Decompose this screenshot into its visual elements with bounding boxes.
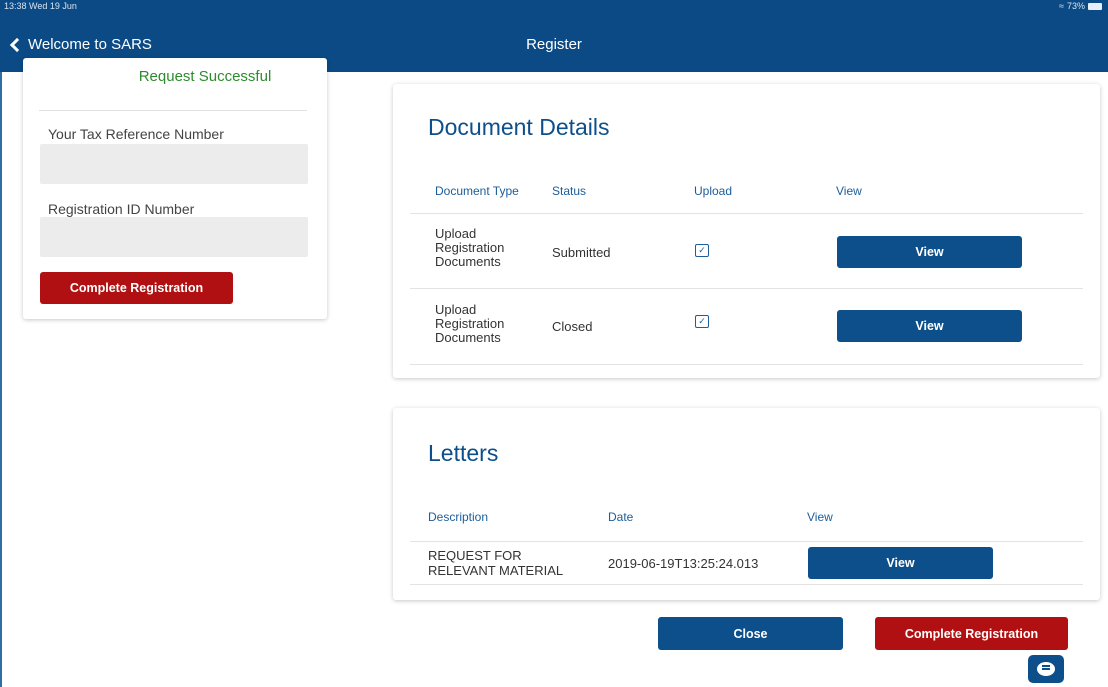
chat-bubble-icon <box>1037 662 1055 676</box>
registration-id-label: Registration ID Number <box>48 201 195 217</box>
letter-description-cell: REQUEST FOR RELEVANT MATERIAL <box>428 548 564 578</box>
document-type-cell: Upload Registration Documents <box>435 302 505 345</box>
complete-registration-button-footer[interactable]: Complete Registration <box>875 617 1068 650</box>
battery-percent: 73% <box>1066 1 1085 11</box>
success-message: Request Successful <box>138 68 272 85</box>
column-header-view: View <box>807 510 833 524</box>
row-divider <box>410 364 1083 365</box>
close-button[interactable]: Close <box>658 617 843 650</box>
status-time: 13:38 Wed 19 Jun <box>4 1 77 11</box>
wifi-icon: ≈ <box>1059 1 1064 11</box>
tax-reference-field[interactable] <box>40 144 308 184</box>
document-details-card: Document Details Document Type Status Up… <box>393 84 1100 378</box>
battery-icon <box>1088 2 1102 10</box>
view-letter-button[interactable]: View <box>808 547 993 579</box>
chat-icon[interactable] <box>1028 655 1064 683</box>
letters-title: Letters <box>428 440 499 466</box>
registration-id-field[interactable] <box>40 217 308 257</box>
column-header-description: Description <box>428 510 489 524</box>
status-cell: Closed <box>552 319 593 334</box>
checkbox-checked-icon: ✓ <box>695 315 709 328</box>
letter-date-cell: 2019-06-19T13:25:24.013 <box>608 556 759 571</box>
status-bar: 13:38 Wed 19 Jun ≈ 73% <box>0 0 1108 12</box>
tax-reference-label: Your Tax Reference Number <box>48 126 224 142</box>
column-header-date: Date <box>608 510 634 524</box>
page-title: Register <box>526 36 582 53</box>
table-row: Upload Registration Documents Closed ✓ V… <box>393 84 1100 364</box>
view-document-button[interactable]: View <box>837 310 1022 342</box>
status-indicators: ≈ 73% <box>1059 0 1102 12</box>
letters-card: Letters Description Date View REQUEST FO… <box>393 408 1100 600</box>
divider <box>39 110 307 111</box>
row-divider <box>410 541 1083 542</box>
registration-summary-card: Request Successful Your Tax Reference Nu… <box>23 58 327 319</box>
complete-registration-button[interactable]: Complete Registration <box>40 272 233 304</box>
window-frame-edge <box>0 0 2 687</box>
row-divider <box>410 584 1083 585</box>
